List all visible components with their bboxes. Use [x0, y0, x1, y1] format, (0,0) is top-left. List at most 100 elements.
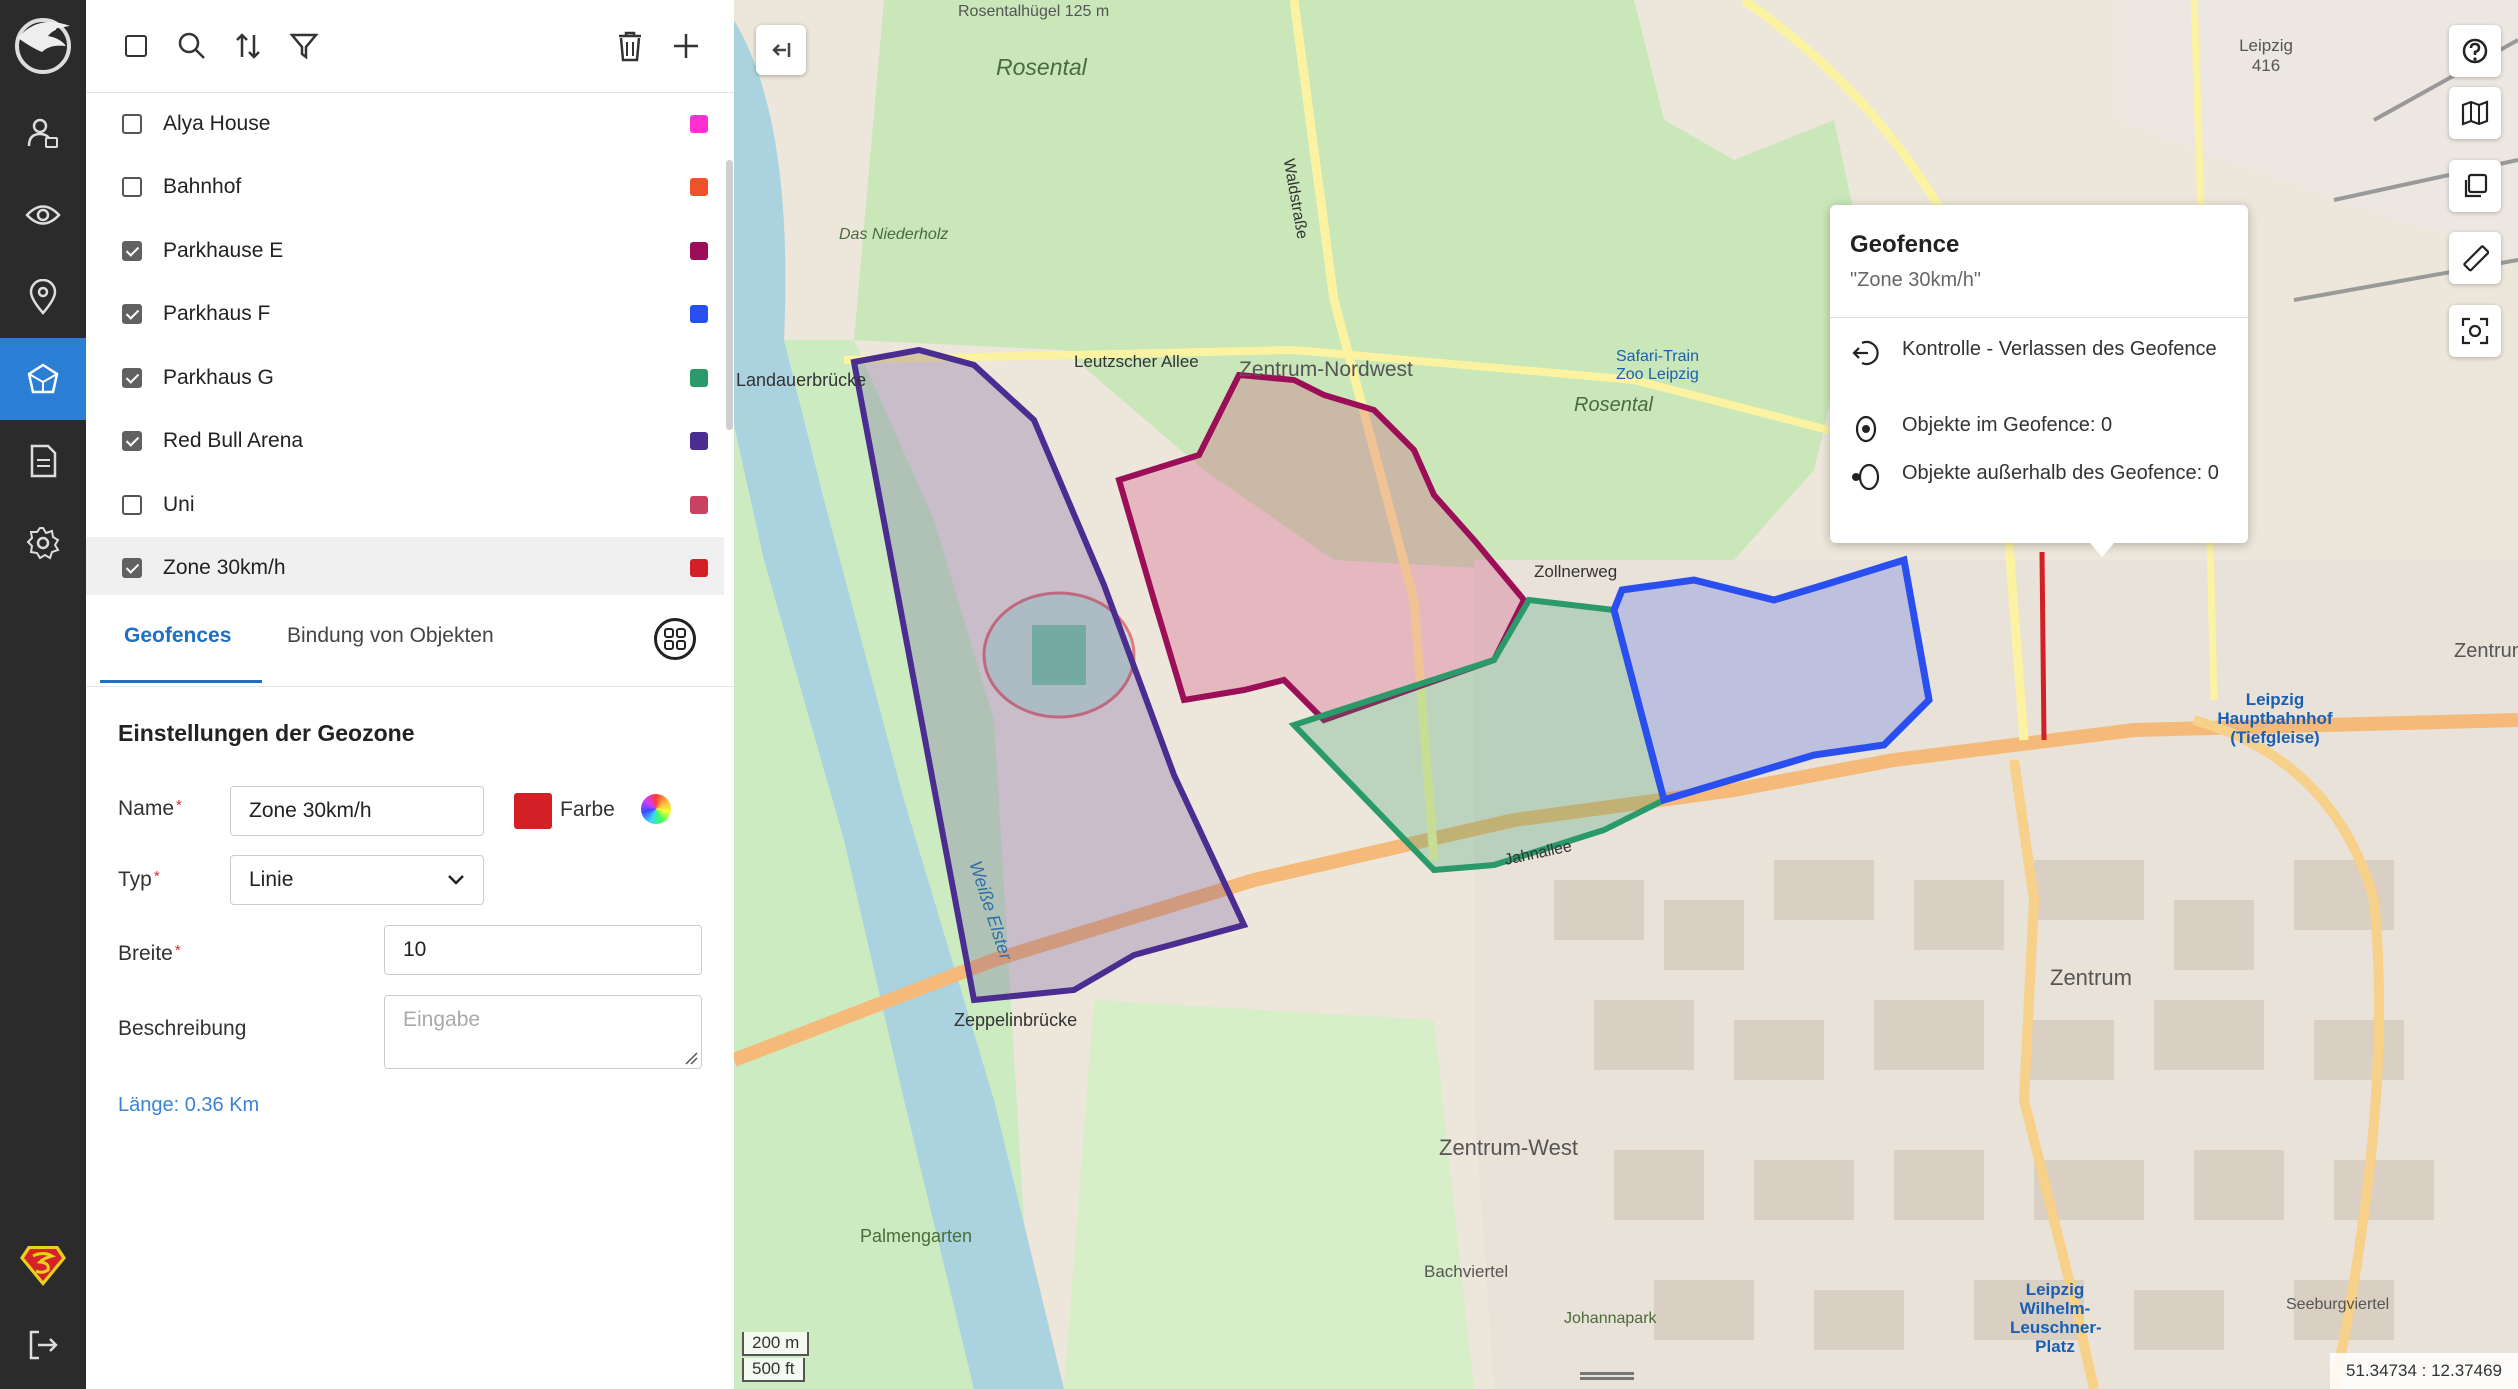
map-label-leutzscher-allee: Leutzscher Allee [1074, 352, 1199, 371]
panel-tabs: Geofences Bindung von Objekten [86, 596, 734, 687]
name-label: Name * [118, 797, 182, 820]
geofence-list-item[interactable]: Parkhaus G [86, 346, 724, 409]
geofence-zone-30-line[interactable] [2039, 551, 2047, 741]
layout-grid-icon[interactable] [654, 618, 696, 660]
active-tab-indicator [100, 680, 262, 683]
list-scrollbar[interactable] [726, 160, 733, 430]
geofence-checkbox[interactable] [122, 367, 142, 388]
delete-icon[interactable] [612, 28, 648, 64]
popup-row-exit-text: Kontrolle - Verlassen des Geofence [1902, 338, 2217, 360]
popup-row-outside-text: Objekte außerhalb des Geofence: 0 [1902, 462, 2219, 484]
collapse-panel-button[interactable] [756, 25, 806, 75]
map-label-palmengarten: Palmengarten [860, 1226, 973, 1246]
nav-location-icon[interactable] [0, 256, 86, 338]
color-wheel-icon[interactable] [641, 794, 671, 824]
map-label-safari: Safari-Train Zoo Leipzig [1616, 348, 1699, 383]
map-label-hauptbahnhof: Leipzig Hauptbahnhof (Tiefgleise) [2217, 690, 2333, 747]
geofence-color-swatch [690, 368, 708, 387]
tab-geofences[interactable]: Geofences [124, 624, 231, 648]
select-all-checkbox-icon[interactable] [118, 28, 154, 64]
left-navigation [0, 0, 86, 1389]
drag-handle[interactable] [1580, 1372, 1634, 1380]
geofence-name: Parkhause E [163, 238, 284, 262]
nav-profile-icon[interactable] [0, 92, 86, 174]
collapse-left-icon [772, 43, 791, 57]
geofence-popup: Geofence "Zone 30km/h" Kontrolle - Verla… [1830, 205, 2248, 557]
map-label-wilhelm-leuschner: Leipzig Wilhelm-Leuschner-Platz [2010, 1280, 2102, 1356]
geofence-name: Alya House [163, 111, 271, 135]
cursor-coordinates: 51.34734 : 12.37469 [2330, 1353, 2518, 1389]
tab-binding[interactable]: Bindung von Objekten [287, 624, 494, 648]
type-select[interactable]: Linie [230, 855, 484, 905]
geofence-checkbox[interactable] [122, 113, 142, 134]
geofence-name: Uni [163, 492, 195, 516]
geofence-checkbox[interactable] [122, 558, 142, 578]
geofence-checkbox[interactable] [122, 177, 142, 197]
map-label-rosental-mid: Rosental [1574, 394, 1653, 416]
logout-icon[interactable] [26, 1328, 60, 1362]
geofence-checkbox[interactable] [122, 304, 142, 324]
type-label: Typ * [118, 868, 160, 891]
popup-subtitle: "Zone 30km/h" [1850, 269, 1981, 291]
geofence-name: Red Bull Arena [163, 429, 304, 452]
list-toolbar [86, 0, 734, 93]
type-value: Linie [249, 868, 294, 891]
geofence-list-item[interactable]: Red Bull Arena [86, 410, 724, 473]
geofence-list-item[interactable]: Zone 30km/h [86, 536, 724, 595]
geofence-color-swatch [690, 241, 708, 260]
help-icon[interactable] [2449, 25, 2501, 77]
map-layers-icon[interactable] [2449, 87, 2501, 139]
nav-settings-icon[interactable] [0, 502, 86, 584]
geofence-color-swatch [690, 559, 708, 577]
width-label: Breite * [118, 942, 181, 965]
color-swatch[interactable] [514, 793, 552, 829]
map-label-niederholz: Das Niederholz [839, 226, 949, 243]
map-label-zeppelinbruecke: Zeppelinbrücke [954, 1010, 1078, 1030]
map-label-leipzig-416: Leipzig 416 [2239, 36, 2293, 75]
width-input[interactable]: 10 [384, 925, 702, 975]
geofence-name: Parkhaus F [163, 302, 271, 325]
resize-handle-icon[interactable] [684, 1051, 698, 1065]
geofence-name: Zone 30km/h [163, 556, 286, 579]
map-view[interactable]: Rosentalhügel 125 m Rosental Zentrum-Nor… [734, 0, 2518, 1389]
geofence-color-swatch [690, 305, 708, 323]
map-label-zentrum-nordwest: Zentrum-Nordwest [1239, 358, 1413, 381]
geofence-panel: Alya House Bahnhof Parkhause E Parkhaus F Pa… [86, 0, 735, 1389]
fit-bounds-icon[interactable] [2449, 305, 2501, 357]
geofence-list-item[interactable]: Alya House [86, 92, 724, 155]
geofence-name: Parkhaus G [163, 365, 274, 389]
geofence-list-item[interactable]: Bahnhof [86, 156, 724, 219]
geofence-checkbox[interactable] [122, 240, 142, 261]
geofence-list-item[interactable]: Parkhause E [86, 219, 724, 282]
chevron-down-icon [448, 875, 464, 885]
geofence-checkbox[interactable] [122, 431, 142, 451]
name-input[interactable]: Zone 30km/h [230, 786, 484, 836]
description-textarea[interactable]: Eingabe [384, 995, 702, 1069]
map-label-zentrum: Zentrum [2050, 965, 2132, 990]
sort-icon[interactable] [230, 28, 266, 64]
add-icon[interactable] [668, 28, 704, 64]
settings-title: Einstellungen der Geozone [118, 720, 415, 746]
objects-outside-icon [1852, 463, 1880, 491]
nav-eye-icon[interactable] [0, 174, 86, 256]
geofence-color-swatch [690, 114, 708, 133]
geofence-color-swatch [690, 178, 708, 196]
description-label: Beschreibung [118, 1017, 247, 1040]
geofence-list-item[interactable]: Parkhaus F [86, 283, 724, 346]
filter-icon[interactable] [286, 28, 322, 64]
nav-document-icon[interactable] [0, 420, 86, 502]
map-label-zollnerweg: Zollnerweg [1534, 562, 1618, 581]
map-label-seeburgviertel: Seeburgviertel [2286, 1296, 2390, 1313]
map-label-zentrum-west: Zentrum-West [1439, 1135, 1578, 1160]
ruler-icon[interactable] [2449, 232, 2501, 284]
geofence-list-item[interactable]: Uni [86, 473, 724, 536]
geofence-list: Alya House Bahnhof Parkhause E Parkhaus F Pa… [86, 92, 724, 595]
popup-row-inside-text: Objekte im Geofence: 0 [1902, 414, 2113, 436]
map-label-rosentalhuegel: Rosentalhügel 125 m [958, 3, 1110, 20]
user-avatar[interactable] [18, 1240, 68, 1290]
popup-title: Geofence [1850, 231, 1960, 258]
geofence-checkbox[interactable] [122, 494, 142, 515]
nav-geofence-icon[interactable] [0, 338, 86, 420]
copy-layers-icon[interactable] [2449, 160, 2501, 212]
search-icon[interactable] [174, 28, 210, 64]
